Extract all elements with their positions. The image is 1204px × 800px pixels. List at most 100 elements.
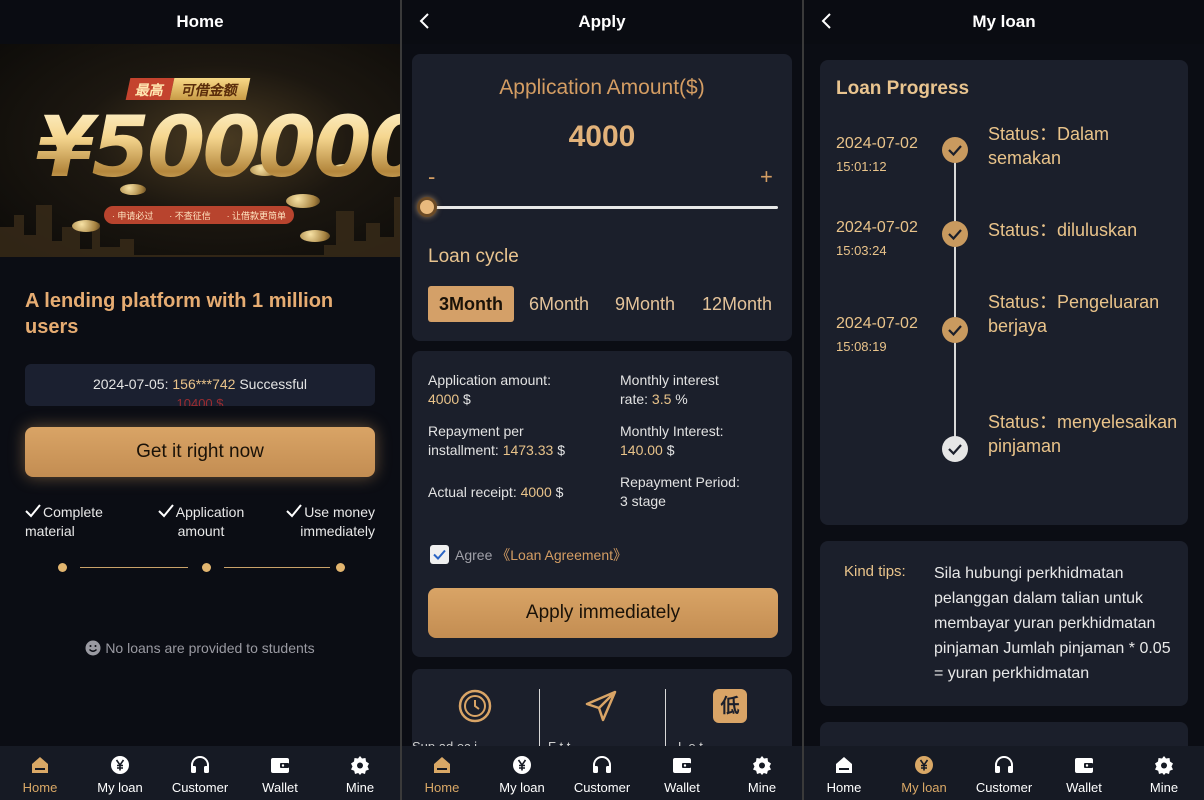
tab-bar: Home My loan Customer Wallet Mine	[0, 746, 400, 800]
home-icon	[434, 757, 450, 773]
tab-label: Mine	[1149, 780, 1179, 795]
increase-button[interactable]: +	[760, 164, 773, 190]
banner-tag: 最高 可借金额	[125, 78, 251, 100]
kind-tips-card: Kind tips: Sila hubungi perkhidmatan pel…	[820, 541, 1188, 706]
ticker-status: Successful	[239, 376, 308, 392]
tab-home[interactable]: Home	[0, 746, 80, 800]
detail-label: Application amount:	[428, 372, 551, 388]
detail-label: Monthly Interest:	[620, 423, 724, 439]
detail-value: 3.5	[651, 391, 672, 407]
tab-wallet[interactable]: Wallet	[642, 746, 722, 800]
loan-cycle-options: 3Month 6Month 9Month 12Month	[428, 286, 788, 322]
feature-line1: Use money	[304, 504, 375, 520]
yen-coin-icon	[513, 756, 531, 774]
tab-home[interactable]: Home	[804, 746, 884, 800]
amount-slider-handle[interactable]	[417, 197, 437, 217]
page-title: Home	[176, 12, 224, 31]
get-it-now-button[interactable]: Get it right now	[25, 427, 375, 477]
tab-wallet[interactable]: Wallet	[1044, 746, 1124, 800]
ticker-next-line: 10400 $	[176, 396, 224, 406]
detail-actual-receipt: Actual receipt: 4000 $	[428, 483, 563, 502]
gear-icon	[351, 756, 369, 775]
banner-pill-item: · 不查征信	[169, 210, 211, 221]
yen-coin-icon	[915, 756, 933, 774]
check-icon	[433, 549, 446, 560]
tab-customer[interactable]: Customer	[562, 746, 642, 800]
dot	[336, 563, 345, 572]
amount-card: Application Amount($) 4000 - + Loan cycl…	[412, 54, 792, 341]
divider	[665, 689, 666, 749]
loan-agreement-link[interactable]: 《Loan Agreement》	[496, 547, 627, 563]
headphones-icon	[593, 756, 611, 773]
back-arrow-icon[interactable]	[414, 10, 438, 34]
feature-item: Complete material	[25, 503, 103, 541]
tab-label: My loan	[97, 780, 143, 795]
tab-mine[interactable]: Mine	[1124, 746, 1204, 800]
tab-wallet[interactable]: Wallet	[240, 746, 320, 800]
step-time: 15:08:19	[836, 339, 887, 354]
apply-now-button[interactable]: Apply immediately	[428, 588, 778, 638]
screens: Home 最高 可借金额 ¥500000 · 申请必过 · 不查征信 · 让借款…	[0, 0, 1204, 800]
banner-pill: · 申请必过 · 不查征信 · 让借款更简单	[104, 206, 294, 224]
ticker-date: 2024-07-05:	[92, 376, 169, 392]
cycle-option-6month[interactable]: 6Month	[529, 286, 589, 322]
banner-tag-red: 最高	[125, 78, 175, 100]
smile-icon	[85, 640, 101, 656]
detail-application-amount: Application amount: 4000 $	[428, 371, 551, 409]
tab-my-loan[interactable]: My loan	[482, 746, 562, 800]
step-pending-icon	[942, 436, 968, 462]
tab-label: Customer	[171, 780, 229, 795]
agree-checkbox[interactable]	[430, 545, 449, 564]
back-arrow-icon[interactable]	[816, 10, 840, 34]
amount-slider-track[interactable]	[428, 206, 778, 209]
tab-mine[interactable]: Mine	[320, 746, 400, 800]
tab-mine[interactable]: Mine	[722, 746, 802, 800]
tab-label: Wallet	[664, 780, 700, 795]
tab-home[interactable]: Home	[402, 746, 482, 800]
tab-label: My loan	[901, 780, 947, 795]
detail-label: Repayment per	[428, 423, 524, 439]
tab-customer[interactable]: Customer	[160, 746, 240, 800]
step-date: 2024-07-02	[836, 315, 918, 332]
tab-label: Wallet	[262, 780, 298, 795]
detail-value: 3 stage	[620, 493, 666, 509]
feature-line1: Application	[175, 504, 245, 520]
check-icon	[158, 504, 174, 518]
tab-my-loan[interactable]: My loan	[80, 746, 160, 800]
amount-label: Application Amount($)	[499, 76, 705, 99]
cycle-option-12month[interactable]: 12Month	[702, 286, 772, 322]
low-rate-icon[interactable]: 低	[713, 689, 747, 723]
wallet-icon	[1075, 758, 1093, 773]
detail-value: 1473.33	[502, 442, 554, 458]
banner-tag-gold: 可借金额	[169, 78, 251, 100]
cycle-option-3month[interactable]: 3Month	[428, 286, 514, 322]
note-text: No loans are provided to students	[105, 640, 315, 656]
tab-my-loan[interactable]: My loan	[884, 746, 964, 800]
apply-screen: Apply Application Amount($) 4000 - + Loa…	[402, 0, 802, 800]
step-date: 2024-07-02	[836, 135, 918, 152]
detail-label: Monthly interest	[620, 372, 719, 388]
step-done-icon	[942, 221, 968, 247]
ticker-user: 156***742	[172, 376, 236, 392]
detail-unit: $	[557, 442, 565, 458]
tips-text: Sila hubungi perkhidmatan pelanggan dala…	[934, 565, 1171, 682]
step-date: 2024-07-02	[836, 219, 918, 236]
top-bar: My loan	[804, 0, 1204, 44]
detail-unit: $	[666, 442, 675, 458]
step-dots	[58, 561, 348, 573]
tab-customer[interactable]: Customer	[964, 746, 1044, 800]
step-time: 15:03:24	[836, 243, 887, 258]
tab-label: Home	[424, 780, 460, 795]
detail-repayment-period: Repayment Period: 3 stage	[620, 473, 740, 511]
decrease-button[interactable]: -	[428, 164, 435, 190]
agree-text: Agree	[455, 547, 493, 563]
detail-unit: $	[463, 391, 471, 407]
clock-history-icon[interactable]	[458, 689, 492, 723]
feature-line2: immediately	[300, 523, 375, 539]
feature-line1: Complete	[43, 504, 103, 520]
promo-banner[interactable]: 最高 可借金额 ¥500000 · 申请必过 · 不查征信 · 让借款更简单	[0, 44, 400, 257]
step-done-icon	[942, 317, 968, 343]
cycle-option-9month[interactable]: 9Month	[615, 286, 675, 322]
send-icon[interactable]	[584, 689, 618, 723]
dot	[202, 563, 211, 572]
